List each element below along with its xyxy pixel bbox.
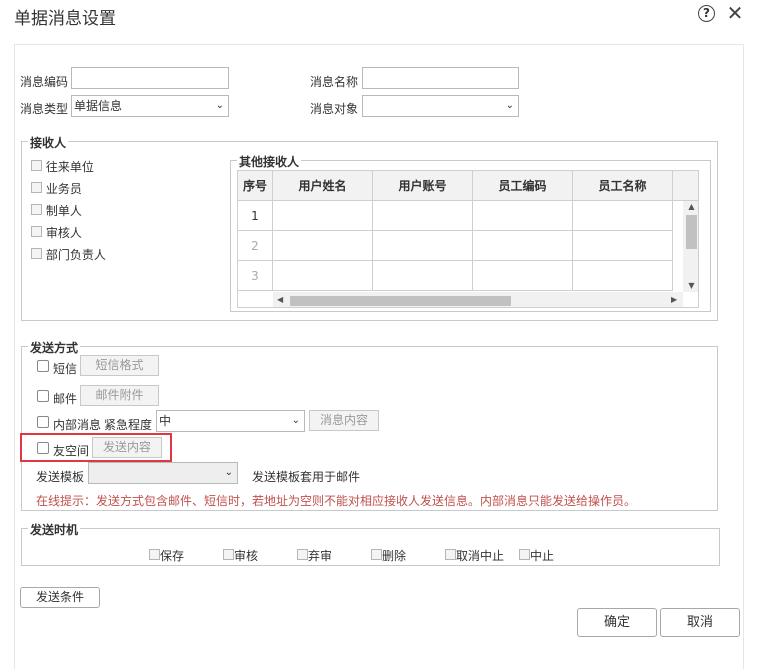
send-content-button[interactable]: 发送内容 — [92, 437, 162, 458]
checkbox[interactable] — [149, 549, 160, 560]
grid-header: 用户账号 — [373, 171, 473, 201]
sms-label: 短信 — [53, 362, 78, 376]
chevron-down-icon: ⌄ — [215, 100, 224, 111]
msg-type-label: 消息类型 — [20, 102, 69, 116]
msg-type-value: 单据信息 — [74, 99, 123, 113]
msg-name-label: 消息名称 — [310, 75, 359, 89]
grid-cell[interactable] — [573, 231, 673, 261]
grid-cell[interactable] — [473, 231, 573, 261]
grid-row-number: 1 — [238, 201, 273, 231]
checkbox[interactable] — [31, 182, 42, 193]
urgency-label: 紧急程度 — [104, 418, 153, 432]
timing-option-unreview[interactable]: 弃审 — [297, 547, 332, 564]
msg-type-select[interactable]: 单据信息 ⌄ — [71, 95, 229, 117]
checkbox[interactable] — [31, 248, 42, 259]
grid-cell[interactable] — [273, 201, 373, 231]
recipient-option-creator[interactable]: 制单人 — [31, 200, 106, 222]
msg-target-select[interactable]: ⌄ — [362, 95, 519, 117]
checkbox[interactable] — [31, 204, 42, 215]
send-timing-legend: 发送时机 — [28, 521, 81, 538]
urgency-value: 中 — [159, 414, 172, 428]
template-note: 发送模板套用于邮件 — [252, 470, 361, 484]
template-label: 发送模板 — [36, 470, 85, 484]
grid-cell[interactable] — [573, 261, 673, 291]
template-select[interactable]: ⌄ — [88, 462, 238, 484]
chevron-down-icon: ⌄ — [505, 100, 514, 111]
help-icon[interactable]: ? — [698, 5, 715, 22]
send-method-legend: 发送方式 — [28, 339, 81, 356]
email-checkbox[interactable] — [37, 390, 49, 402]
email-attachment-button[interactable]: 邮件附件 — [80, 385, 159, 406]
recipient-option-partner[interactable]: 往来单位 — [31, 156, 106, 178]
checkbox[interactable] — [223, 549, 234, 560]
message-content-button[interactable]: 消息内容 — [309, 410, 379, 431]
scroll-thumb[interactable] — [290, 296, 511, 306]
grid-row-number: 2 — [238, 231, 273, 261]
online-tip: 在线提示：发送方式包含邮件、短信时，若地址为空则不能对相应接收人发送信息。内部消… — [36, 494, 637, 508]
friend-space-checkbox[interactable] — [37, 442, 49, 454]
grid-cell[interactable] — [373, 201, 473, 231]
grid-cell[interactable] — [373, 231, 473, 261]
timing-option-stop[interactable]: 中止 — [519, 547, 554, 564]
friend-space-label: 友空间 — [53, 444, 90, 458]
other-recipients-legend: 其他接收人 — [237, 153, 302, 170]
grid-header: 序号 — [238, 171, 273, 201]
recipient-option-salesman[interactable]: 业务员 — [31, 178, 106, 200]
timing-option-save[interactable]: 保存 — [149, 547, 184, 564]
checkbox[interactable] — [445, 549, 456, 560]
send-condition-button[interactable]: 发送条件 — [20, 587, 100, 608]
grid-cell[interactable] — [273, 261, 373, 291]
scroll-down-icon[interactable]: ▼ — [683, 281, 698, 290]
grid-cell[interactable] — [473, 261, 573, 291]
sms-checkbox[interactable] — [37, 360, 49, 372]
urgency-select[interactable]: 中 ⌄ — [156, 410, 305, 432]
recipients-legend: 接收人 — [28, 134, 69, 151]
ok-button[interactable]: 确定 — [577, 608, 657, 637]
checkbox[interactable] — [519, 549, 530, 560]
chevron-down-icon: ⌄ — [224, 467, 233, 478]
timing-option-cancel-stop[interactable]: 取消中止 — [445, 547, 504, 564]
msg-target-label: 消息对象 — [310, 102, 359, 116]
msg-code-label: 消息编码 — [20, 75, 69, 89]
checkbox[interactable] — [31, 160, 42, 171]
grid-header-partial — [673, 171, 698, 201]
sms-format-button[interactable]: 短信格式 — [80, 355, 159, 376]
timing-option-review[interactable]: 审核 — [223, 547, 258, 564]
checkbox[interactable] — [371, 549, 382, 560]
grid-row-number: 3 — [238, 261, 273, 291]
scroll-thumb[interactable] — [686, 215, 697, 249]
grid-cell[interactable] — [573, 201, 673, 231]
scroll-right-icon[interactable]: ▶ — [671, 295, 677, 304]
recipient-option-reviewer[interactable]: 审核人 — [31, 222, 106, 244]
email-label: 邮件 — [53, 392, 78, 406]
internal-msg-label: 内部消息 — [53, 418, 102, 432]
close-icon[interactable]: ✕ — [726, 3, 744, 23]
msg-code-input[interactable] — [71, 67, 229, 89]
recipients-grid: 序号 用户姓名 用户账号 员工编码 员工名称 1 2 3 ▲ ▼ ◀ ▶ — [237, 170, 699, 308]
grid-cell[interactable] — [473, 201, 573, 231]
grid-header: 员工编码 — [473, 171, 573, 201]
grid-header: 员工名称 — [573, 171, 673, 201]
checkbox[interactable] — [297, 549, 308, 560]
msg-name-input[interactable] — [362, 67, 519, 89]
grid-cell[interactable] — [373, 261, 473, 291]
horizontal-scrollbar[interactable]: ◀ ▶ — [273, 292, 683, 307]
cancel-button[interactable]: 取消 — [660, 608, 740, 637]
grid-header: 用户姓名 — [273, 171, 373, 201]
scroll-left-icon[interactable]: ◀ — [277, 295, 283, 304]
grid-cell[interactable] — [273, 231, 373, 261]
chevron-down-icon: ⌄ — [291, 415, 300, 426]
recipient-options: 往来单位 业务员 制单人 审核人 部门负责人 — [31, 156, 106, 266]
checkbox[interactable] — [31, 226, 42, 237]
internal-msg-checkbox[interactable] — [37, 416, 49, 428]
vertical-scrollbar[interactable]: ▲ ▼ — [683, 201, 698, 292]
window-title: 单据消息设置 — [14, 9, 116, 29]
recipient-option-dept-head[interactable]: 部门负责人 — [31, 244, 106, 266]
scroll-up-icon[interactable]: ▲ — [683, 201, 698, 213]
timing-option-delete[interactable]: 删除 — [371, 547, 406, 564]
